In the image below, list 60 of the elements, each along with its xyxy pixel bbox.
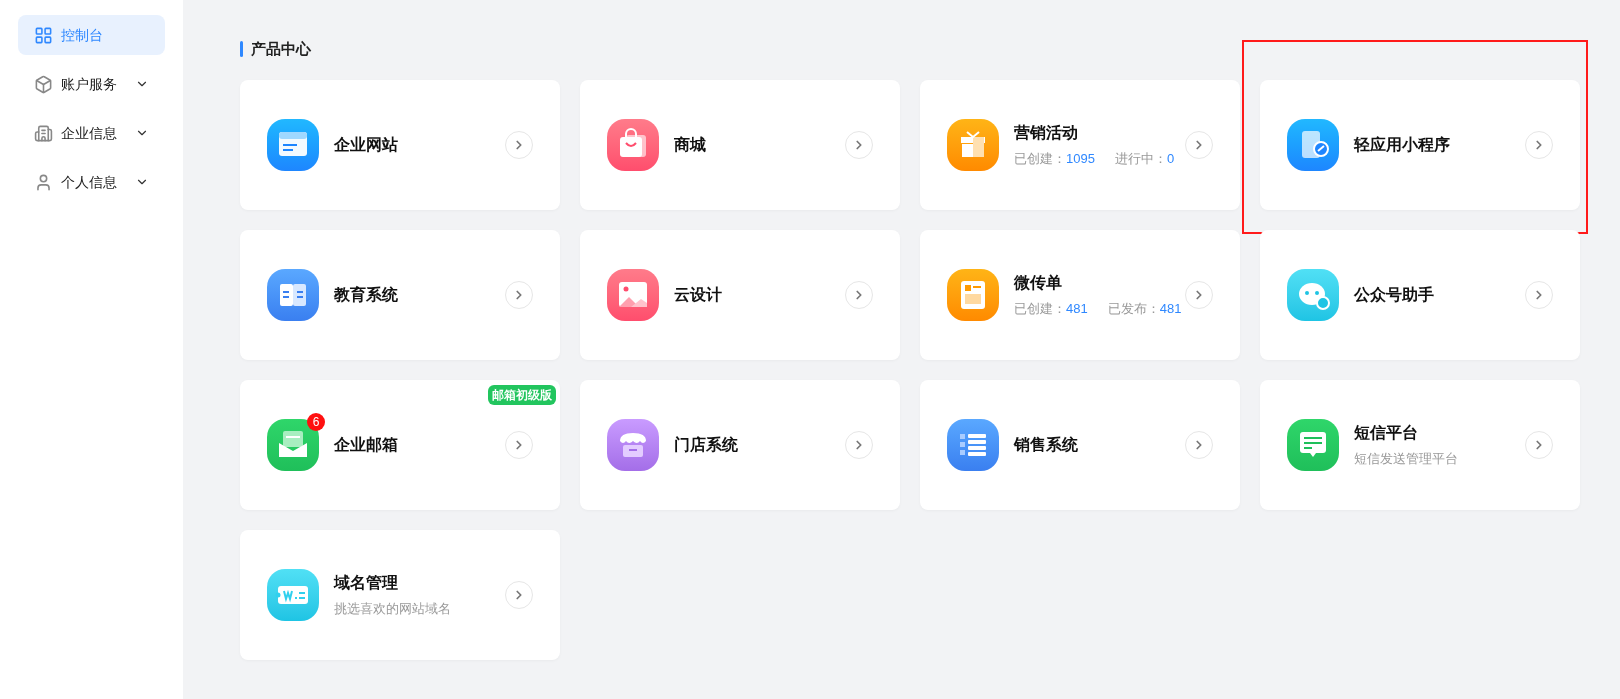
product-name: 公众号助手: [1354, 284, 1435, 305]
stat-value: 481: [1066, 299, 1088, 318]
stat-label: 已发布：: [1107, 299, 1160, 318]
gift-box-icon: [947, 118, 999, 171]
product-card[interactable]: 短信平台 短信发送管理平台: [1260, 379, 1580, 510]
product-name: 门店系统: [674, 434, 739, 455]
plan-tag: 邮箱初级版: [488, 384, 556, 405]
product-card[interactable]: 公众号助手: [1260, 229, 1580, 360]
sidebar-item[interactable]: 个人信息: [18, 162, 165, 202]
product-name: 营销活动: [1014, 122, 1079, 143]
shopping-bag-icon: [607, 118, 659, 171]
product-card[interactable]: 微传单 已创建：481 已发布：481: [920, 229, 1240, 360]
product-card[interactable]: 教育系统: [240, 229, 560, 360]
building-icon: [34, 123, 53, 143]
message-icon: [1287, 418, 1339, 471]
cube-icon: [34, 74, 53, 94]
image-icon: [607, 268, 659, 321]
stat-value: 1095: [1066, 149, 1095, 168]
product-name: 短信平台: [1354, 422, 1419, 443]
product-name: 商城: [674, 134, 707, 155]
product-name: 轻应用小程序: [1354, 134, 1451, 155]
flyer-icon: [947, 268, 999, 321]
stat-label: 已创建：: [1014, 299, 1066, 318]
section-title: 产品中心: [251, 39, 311, 59]
stat-value: 0: [1166, 149, 1175, 168]
product-name: 域名管理: [334, 572, 399, 593]
product-name: 企业邮箱: [334, 434, 399, 455]
product-card[interactable]: 销售系统: [920, 379, 1240, 510]
stat-value: 481: [1159, 299, 1182, 318]
product-name: 企业网站: [334, 134, 399, 155]
phone-link-icon: [1287, 118, 1339, 171]
list-icon: [947, 418, 999, 471]
product-card[interactable]: 门店系统: [580, 379, 900, 510]
product-card[interactable]: 邮箱初级版 6 企业邮箱: [240, 379, 560, 510]
product-card[interactable]: 轻应用小程序: [1260, 79, 1580, 210]
product-name: 教育系统: [334, 284, 399, 305]
person-icon: [34, 172, 53, 192]
browser-window-icon: [267, 118, 319, 171]
stat-label: 已创建：: [1014, 149, 1066, 168]
storefront-icon: [607, 418, 659, 471]
product-card[interactable]: 域名管理 挑选喜欢的网站域名: [240, 529, 560, 660]
product-card[interactable]: 营销活动 已创建：1095 进行中：0: [920, 79, 1240, 210]
product-card[interactable]: 云设计: [580, 229, 900, 360]
grid-icon: [34, 25, 53, 45]
envelope-icon: [267, 418, 319, 471]
notification-count: 6: [307, 412, 325, 431]
product-name: 销售系统: [1014, 434, 1079, 455]
stat-label: 进行中：: [1114, 149, 1167, 168]
chat-gear-icon: [1287, 268, 1339, 321]
product-description: 短信发送管理平台: [1354, 449, 1459, 468]
domain-ticket-icon: [267, 568, 319, 621]
product-name: 云设计: [674, 284, 723, 305]
sidebar-item[interactable]: 企业信息: [18, 113, 165, 153]
section-marker: [240, 41, 243, 58]
open-book-icon: [267, 268, 319, 321]
product-name: 微传单: [1014, 272, 1063, 293]
product-card[interactable]: 商城: [580, 79, 900, 210]
product-card[interactable]: 企业网站: [240, 79, 560, 210]
product-description: 挑选喜欢的网站域名: [334, 599, 452, 618]
sidebar-item[interactable]: 账户服务: [18, 64, 165, 104]
